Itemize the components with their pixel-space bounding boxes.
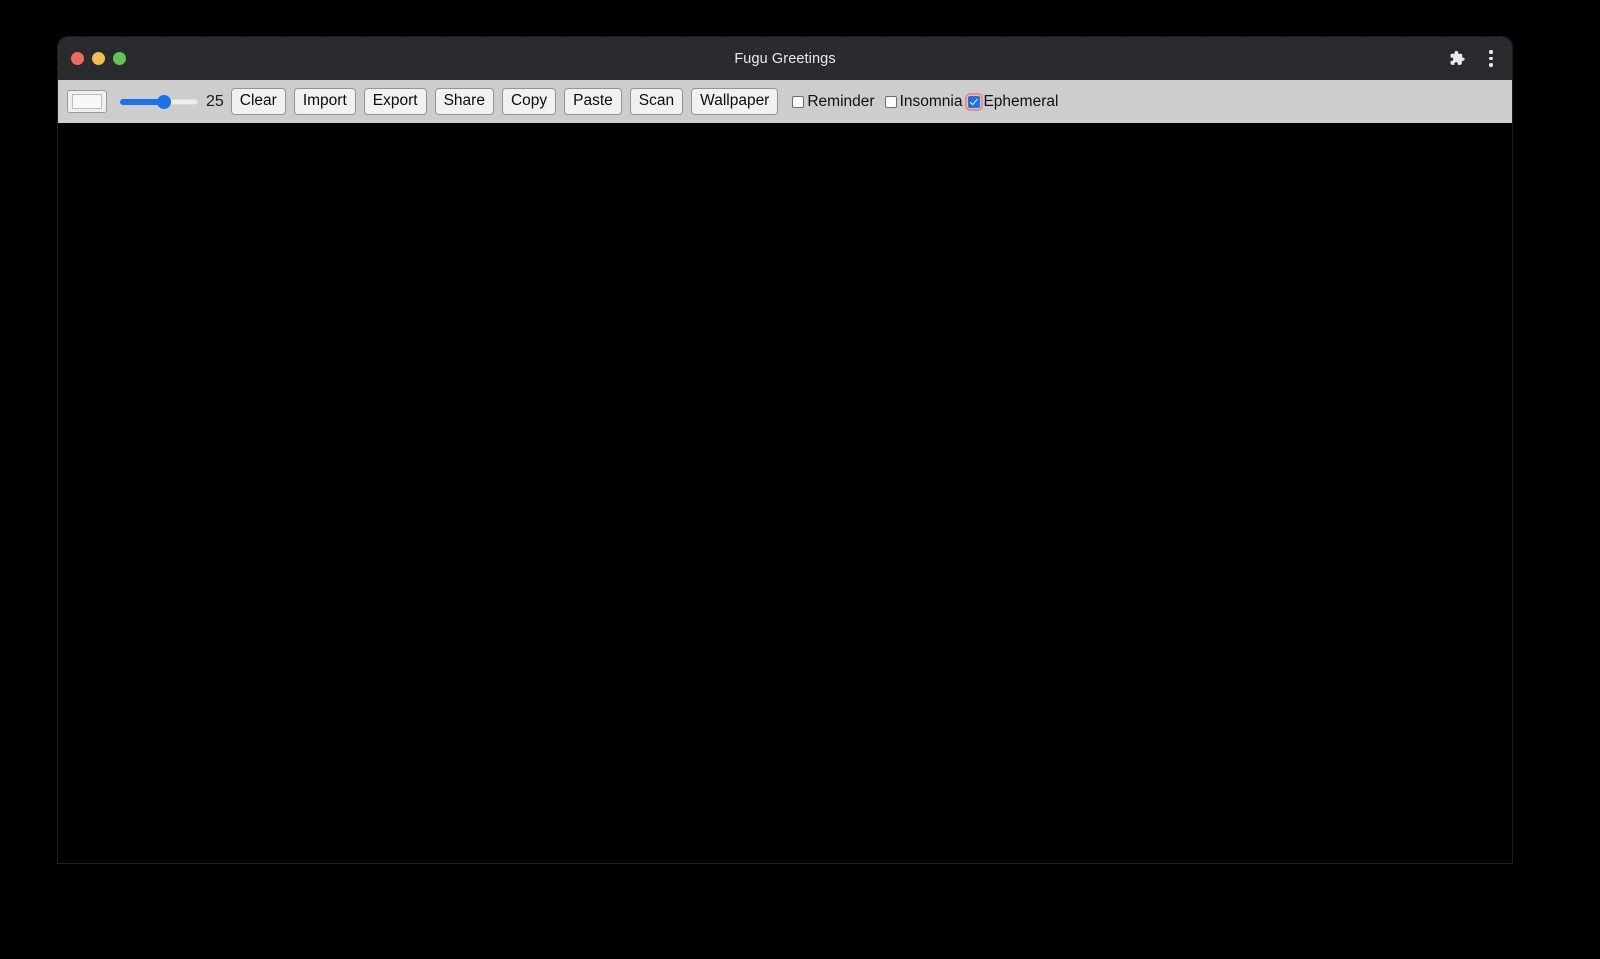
menu-dot xyxy=(1489,50,1493,54)
copy-button[interactable]: Copy xyxy=(501,88,557,115)
scan-button[interactable]: Scan xyxy=(629,88,684,115)
insomnia-label: Insomnia xyxy=(899,93,963,110)
reminder-label: Reminder xyxy=(807,93,875,110)
export-button[interactable]: Export xyxy=(363,88,427,115)
title-bar: Fugu Greetings xyxy=(58,37,1512,80)
window-title: Fugu Greetings xyxy=(734,50,836,67)
import-button[interactable]: Import xyxy=(293,88,356,115)
color-swatch xyxy=(72,94,102,109)
app-toolbar: 25 Clear Import Export Share Copy Paste … xyxy=(58,80,1512,123)
extensions-icon[interactable] xyxy=(1447,49,1466,68)
wallpaper-button[interactable]: Wallpaper xyxy=(691,88,779,115)
browser-menu-icon[interactable] xyxy=(1482,50,1500,68)
minimize-button[interactable] xyxy=(92,52,105,65)
slider-fill xyxy=(120,98,163,105)
paste-button[interactable]: Paste xyxy=(564,88,622,115)
desktop-backdrop: Fugu Greetings 25 Clear Import Export Sh… xyxy=(0,0,1600,959)
color-input[interactable] xyxy=(67,90,107,113)
close-button[interactable] xyxy=(71,52,84,65)
maximize-button[interactable] xyxy=(113,52,126,65)
menu-dot xyxy=(1489,63,1493,67)
reminder-checkbox[interactable] xyxy=(792,95,805,108)
line-width-slider[interactable] xyxy=(120,93,198,111)
clear-button[interactable]: Clear xyxy=(230,88,286,115)
ephemeral-checkbox[interactable] xyxy=(965,92,984,111)
slider-thumb[interactable] xyxy=(156,94,171,109)
drawing-canvas[interactable] xyxy=(58,123,1512,863)
share-button[interactable]: Share xyxy=(434,88,494,115)
insomnia-checkbox-group[interactable]: Insomnia xyxy=(884,80,963,123)
browser-window: Fugu Greetings 25 Clear Import Export Sh… xyxy=(57,36,1513,864)
menu-dot xyxy=(1489,56,1493,61)
ephemeral-checkbox-group[interactable]: Ephemeral xyxy=(965,80,1059,123)
title-bar-actions xyxy=(1447,37,1500,80)
line-width-value: 25 xyxy=(206,93,224,110)
insomnia-checkbox[interactable] xyxy=(884,95,897,108)
window-controls xyxy=(58,52,126,65)
ephemeral-label: Ephemeral xyxy=(983,93,1059,110)
reminder-checkbox-group[interactable]: Reminder xyxy=(792,80,875,123)
